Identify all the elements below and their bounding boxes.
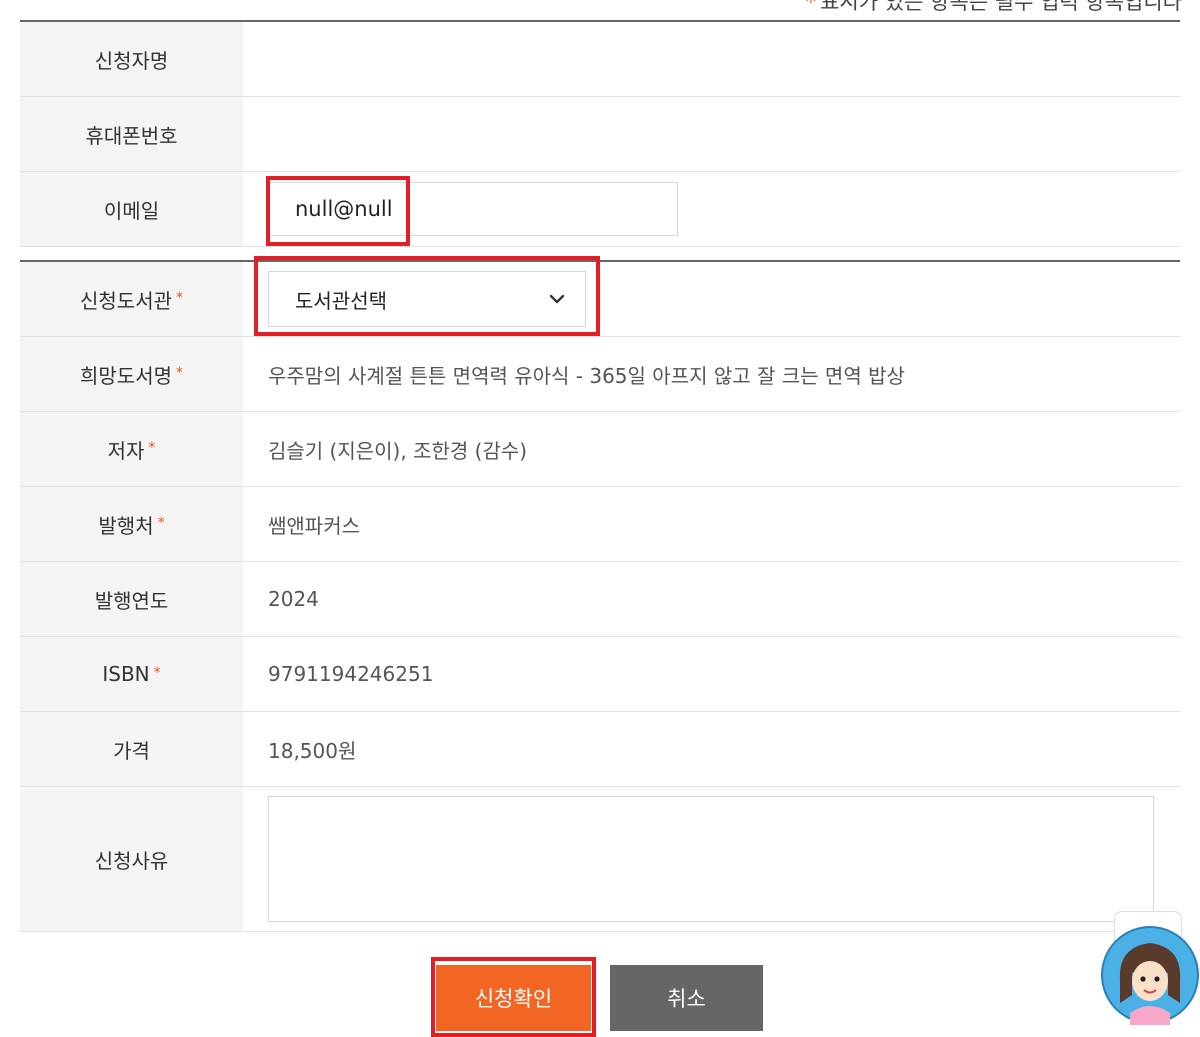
pub-year-value: 2024	[268, 587, 319, 611]
email-field[interactable]	[268, 182, 678, 236]
reason-label: 신청사유	[20, 787, 243, 931]
required-mark: *	[157, 515, 165, 531]
applicant-section: 신청자명 휴대폰번호 이메일	[20, 22, 1180, 247]
row-price: 가격 18,500원	[20, 712, 1180, 787]
book-title-value: 우주맘의 사계절 튼튼 면역력 유아식 - 365일 아프지 않고 잘 크는 면…	[268, 363, 905, 388]
row-applicant-name: 신청자명	[20, 22, 1180, 97]
application-form: 신청자명 휴대폰번호 이메일 신청도서관* 도서관선택	[20, 20, 1180, 932]
required-mark: *	[176, 290, 183, 306]
applicant-name-label: 신청자명	[20, 22, 243, 96]
isbn-label: ISBN *	[20, 637, 243, 711]
book-section: 신청도서관 * 도서관선택 희망도서명 * 우주맘의 사계절 튼튼 면역력 유아식 …	[20, 260, 1180, 932]
required-notice-text: 표시가 있는 항목은 필수 입력 항목입니다	[820, 0, 1182, 14]
cancel-button[interactable]: 취소	[610, 965, 763, 1031]
phone-value	[243, 97, 1180, 171]
row-pub-year: 발행연도 2024	[20, 562, 1180, 637]
library-select[interactable]: 도서관선택	[268, 271, 586, 327]
submit-button[interactable]: 신청확인	[436, 965, 591, 1031]
email-label: 이메일	[20, 172, 243, 246]
price-value: 18,500원	[268, 738, 357, 763]
mascot-avatar-icon[interactable]	[1100, 925, 1200, 1025]
required-notice: * 표시가 있는 항목은 필수 입력 항목입니다	[806, 0, 1182, 16]
row-isbn: ISBN * 9791194246251	[20, 637, 1180, 712]
row-reason: 신청사유	[20, 787, 1180, 932]
row-library: 신청도서관 * 도서관선택	[20, 262, 1180, 337]
applicant-name-value	[243, 22, 1180, 96]
row-publisher: 발행처 * 쌤앤파커스	[20, 487, 1180, 562]
row-email: 이메일	[20, 172, 1180, 247]
required-star: *	[805, 0, 817, 14]
publisher-value: 쌤앤파커스	[268, 513, 360, 538]
required-mark: *	[148, 440, 156, 456]
row-book-title: 희망도서명 * 우주맘의 사계절 튼튼 면역력 유아식 - 365일 아프지 않고…	[20, 337, 1180, 412]
row-phone: 휴대폰번호	[20, 97, 1180, 172]
chevron-down-icon	[549, 294, 565, 304]
publisher-label: 발행처 *	[20, 487, 243, 561]
row-author: 저자 * 김슬기 (지은이), 조한경 (감수)	[20, 412, 1180, 487]
required-mark: *	[153, 665, 161, 681]
price-label: 가격	[20, 712, 243, 786]
phone-label: 휴대폰번호	[20, 97, 243, 171]
required-mark: *	[176, 365, 183, 381]
author-value: 김슬기 (지은이), 조한경 (감수)	[268, 438, 528, 463]
library-label: 신청도서관 *	[20, 262, 243, 336]
reason-textarea[interactable]	[268, 796, 1154, 922]
isbn-value: 9791194246251	[268, 662, 434, 686]
library-select-value: 도서관선택	[295, 288, 387, 313]
book-title-label: 희망도서명 *	[20, 337, 243, 411]
author-label: 저자 *	[20, 412, 243, 486]
pub-year-label: 발행연도	[20, 562, 243, 636]
